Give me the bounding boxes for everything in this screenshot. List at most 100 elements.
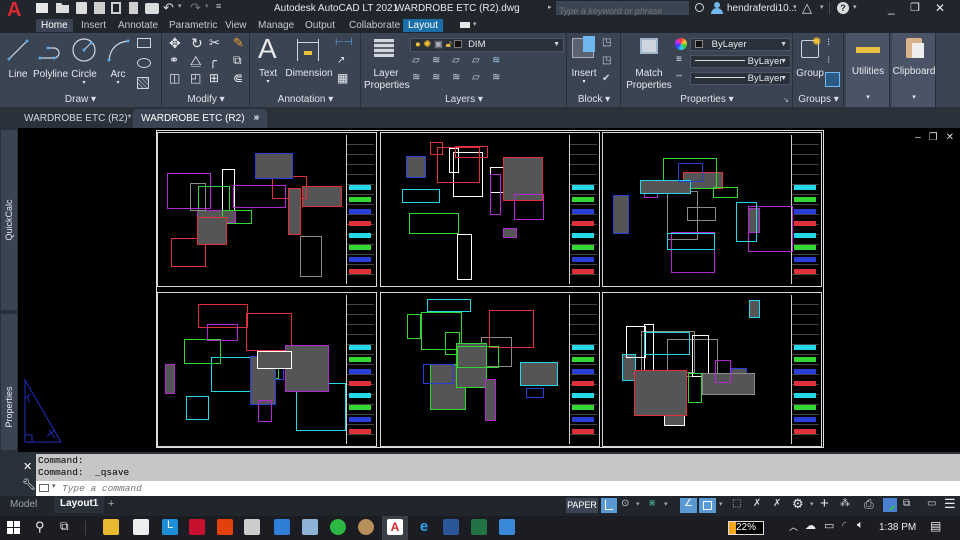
- window-minimize-icon[interactable]: _: [888, 1, 895, 15]
- rectangle-icon[interactable]: [137, 38, 151, 48]
- microsoft-store-icon[interactable]: [133, 519, 149, 535]
- circle-dropdown-icon[interactable]: ▾: [70, 79, 98, 86]
- selection-cycling-icon[interactable]: ⬚: [732, 498, 741, 509]
- wifi-icon[interactable]: ◜: [842, 519, 846, 532]
- hardware-acceleration-icon[interactable]: ✔: [883, 498, 897, 513]
- tab-view[interactable]: View: [220, 19, 252, 32]
- layer-dropdown[interactable]: ● ✺ ▣ 🔓︎ DIM ▼: [410, 38, 564, 52]
- app-l-icon[interactable]: L: [162, 519, 178, 535]
- task-view-icon[interactable]: ⧉: [60, 519, 69, 534]
- match-properties-button[interactable]: Match Properties: [624, 35, 674, 91]
- fillet-icon[interactable]: ╭: [209, 53, 217, 69]
- group-button[interactable]: ✺ Group: [795, 35, 825, 85]
- tab-output[interactable]: Output: [300, 19, 340, 32]
- edge-icon[interactable]: e: [416, 519, 432, 535]
- properties-panel-title[interactable]: Properties ▾: [622, 94, 792, 105]
- paint-icon[interactable]: [358, 519, 374, 535]
- undo-icon[interactable]: ↶: [163, 0, 174, 16]
- layer-thaw-all-icon[interactable]: ≋: [452, 72, 460, 83]
- autocad-taskbar-button[interactable]: A: [382, 516, 408, 540]
- search-expand-icon[interactable]: ▸: [548, 3, 552, 11]
- open-icon[interactable]: [56, 3, 69, 13]
- table-icon[interactable]: ▦: [337, 71, 348, 85]
- group-edit-icon[interactable]: ⁝: [827, 55, 830, 66]
- layer-merge-icon[interactable]: ≋: [492, 72, 500, 83]
- plot-status-icon[interactable]: ⎙: [864, 497, 874, 512]
- hatch-icon[interactable]: [137, 77, 149, 89]
- layer-unisolate-icon[interactable]: ≋: [412, 72, 420, 83]
- window-close-icon[interactable]: ✕: [935, 1, 945, 15]
- scale-icon[interactable]: ◰: [190, 71, 201, 85]
- model-tab[interactable]: Model: [10, 499, 37, 510]
- annotation-monitor-icon[interactable]: +: [820, 495, 829, 512]
- annotation-visibility-icon[interactable]: ✗: [753, 498, 761, 509]
- arc-button[interactable]: Arc ▾: [104, 36, 132, 86]
- trim-icon[interactable]: ✂: [209, 35, 220, 51]
- office-icon[interactable]: [217, 519, 233, 535]
- battery-indicator[interactable]: 22%: [728, 521, 764, 535]
- new-icon[interactable]: [36, 3, 48, 13]
- undo-dropdown-icon[interactable]: ▾: [178, 2, 182, 10]
- paper-model-toggle[interactable]: PAPER: [566, 498, 598, 513]
- lineweight-dropdown[interactable]: ByLayer ▼: [690, 55, 791, 68]
- quickcalc-palette-tab[interactable]: QuickCalc: [1, 130, 17, 310]
- user-name[interactable]: hendraferdi10...: [727, 3, 797, 14]
- object-snap-tracking-button[interactable]: ∠: [680, 498, 697, 513]
- layer-isolate-icon[interactable]: ▱: [412, 55, 420, 66]
- layer-properties-button[interactable]: Layer Properties: [364, 35, 410, 91]
- layer-unlock-tool-icon[interactable]: ▱: [472, 72, 480, 83]
- calculator-icon[interactable]: [244, 519, 260, 535]
- isodraft-dropdown-icon[interactable]: ▾: [664, 500, 668, 508]
- layer-freeze-icon[interactable]: ▱: [452, 55, 460, 66]
- plot-icon[interactable]: [145, 3, 159, 14]
- viewport-minimize-icon[interactable]: –: [915, 132, 921, 143]
- isodraft-icon[interactable]: ⋇: [648, 498, 656, 509]
- polar-dropdown-icon[interactable]: ▾: [636, 500, 640, 508]
- viewport-restore-icon[interactable]: ❐: [929, 132, 938, 143]
- onedrive-icon[interactable]: ☁: [805, 519, 816, 532]
- search-taskbar-icon[interactable]: ⚲: [35, 519, 45, 535]
- search-field[interactable]: [556, 1, 689, 18]
- edit-attributes-icon[interactable]: ✔: [602, 73, 610, 84]
- recent-commands-icon[interactable]: [39, 484, 49, 492]
- ellipse-icon[interactable]: [137, 58, 151, 68]
- tab-annotate[interactable]: Annotate: [113, 19, 163, 32]
- annotation-panel-title[interactable]: Annotation ▾: [251, 94, 360, 105]
- photo-viewer-icon[interactable]: [499, 519, 515, 535]
- stretch-icon[interactable]: ◫: [169, 71, 180, 85]
- command-input-field[interactable]: ▾: [36, 481, 960, 496]
- redo-icon[interactable]: ↷: [190, 0, 201, 16]
- workspace-dropdown-icon[interactable]: ▾: [810, 500, 814, 508]
- properties-launcher-icon[interactable]: ↘: [783, 96, 789, 104]
- layer-walk-icon[interactable]: ≋: [432, 72, 440, 83]
- draw-panel-title[interactable]: Draw ▾: [0, 94, 161, 105]
- user-dropdown-icon[interactable]: ▾: [793, 3, 797, 11]
- save-as-icon[interactable]: [94, 2, 105, 14]
- copy-icon[interactable]: ⚭: [169, 53, 179, 67]
- edit-block-icon[interactable]: ◳: [602, 55, 611, 66]
- rotate-icon[interactable]: ↻: [191, 35, 203, 52]
- utilities-panel[interactable]: Utilities ▾: [846, 33, 890, 107]
- help-dropdown-icon[interactable]: ▾: [853, 3, 857, 11]
- create-block-icon[interactable]: ◳: [602, 37, 611, 48]
- polyline-button[interactable]: Polyline: [33, 36, 68, 80]
- redo-dropdown-icon[interactable]: ▾: [205, 2, 209, 10]
- customization-menu-icon[interactable]: ☰: [944, 496, 956, 512]
- explode-icon[interactable]: ⧉: [233, 53, 242, 68]
- auto-scale-icon[interactable]: ✗: [773, 498, 781, 509]
- customize-qat-icon[interactable]: ≡: [216, 1, 221, 11]
- osnap-dropdown-icon[interactable]: ▾: [719, 500, 723, 508]
- ribbon-display-dropdown-icon[interactable]: ▾: [473, 20, 477, 28]
- notepad-icon[interactable]: [302, 519, 318, 535]
- snap-mode-button[interactable]: [601, 498, 617, 513]
- layer-lock-icon[interactable]: ▱: [472, 55, 480, 66]
- clean-screen-icon[interactable]: ▭: [927, 498, 936, 509]
- action-center-icon[interactable]: ▤: [930, 519, 941, 533]
- window-restore-icon[interactable]: ❐: [910, 1, 920, 14]
- make-current-icon[interactable]: ≋: [492, 55, 500, 66]
- battery-tray-icon[interactable]: ▭: [824, 519, 834, 532]
- plot-from-icon[interactable]: [111, 2, 121, 14]
- tab-parametric[interactable]: Parametric: [164, 19, 222, 32]
- groups-panel-title[interactable]: Groups ▾: [794, 94, 843, 105]
- help-icon[interactable]: ?: [837, 2, 849, 14]
